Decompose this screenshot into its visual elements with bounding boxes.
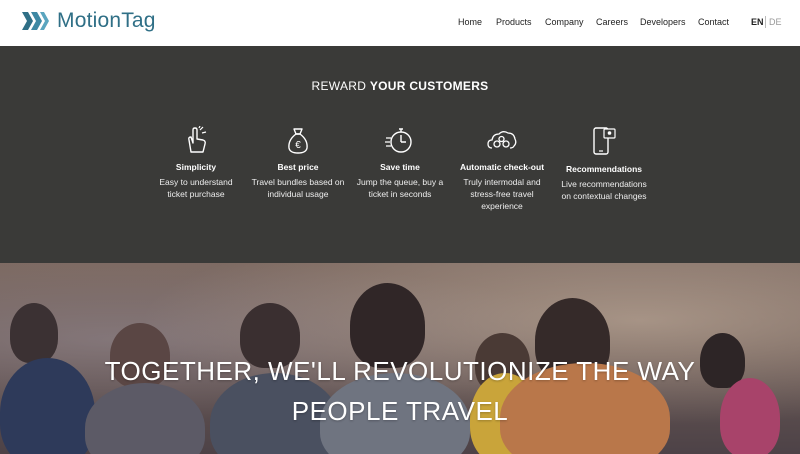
site-header: MotionTag Home Products Company Careers … [0, 0, 800, 46]
feature-desc-line: ticket in seconds [368, 189, 432, 199]
gears-cloud-icon [487, 131, 517, 149]
feature-simplicity: Simplicity Easy to understand ticket pur… [141, 126, 251, 200]
feature-desc-line: stress-free travel [470, 189, 534, 199]
feature-desc-line: experience [481, 201, 523, 211]
feature-desc-line: Live recommendations [561, 179, 647, 189]
feature-desc-line: individual usage [267, 189, 329, 199]
feature-desc-line: on contextual changes [561, 191, 647, 201]
nav-products[interactable]: Products [496, 17, 532, 27]
feature-name: Recommendations [565, 164, 643, 174]
feature-best-price: € Best price Travel bundles based on ind… [243, 126, 353, 200]
feature-name: Simplicity [175, 162, 217, 172]
feature-desc-line: ticket purchase [167, 189, 225, 199]
feature-desc-line: Truly intermodal and [463, 177, 541, 187]
rewards-section: REWARD YOUR CUSTOMERS Simplicity Easy to… [0, 46, 800, 263]
svg-text:€: € [295, 140, 301, 151]
hero-headline-line2: PEOPLE TRAVEL [291, 396, 509, 426]
mobile-notification-icon [593, 127, 616, 155]
hero-headline: TOGETHER, WE'LL REVOLUTIONIZE THE WAY PE… [0, 351, 800, 431]
feature-desc: Live recommendations on contextual chang… [549, 178, 659, 202]
feature-desc: Jump the queue, buy a ticket in seconds [345, 176, 455, 200]
feature-desc-line: Travel bundles based on [251, 177, 345, 187]
hero-banner: TOGETHER, WE'LL REVOLUTIONIZE THE WAY PE… [0, 263, 800, 454]
feature-desc: Travel bundles based on individual usage [243, 176, 353, 200]
main-nav: Home Products Company Careers Developers… [0, 17, 800, 31]
feature-name: Save time [380, 162, 420, 172]
feature-save-time: Save time Jump the queue, buy a ticket i… [345, 126, 455, 200]
feature-desc: Truly intermodal and stress-free travel … [447, 176, 557, 212]
rewards-title-bold: YOUR CUSTOMERS [369, 79, 489, 93]
lang-de[interactable]: DE [769, 17, 782, 27]
lang-divider [765, 16, 766, 28]
feature-desc: Easy to understand ticket purchase [141, 176, 251, 200]
feature-desc-line: Jump the queue, buy a [356, 177, 444, 187]
feature-desc-line: Easy to understand [159, 177, 233, 187]
rewards-title: REWARD YOUR CUSTOMERS [0, 79, 800, 93]
feature-name: Automatic check-out [459, 162, 545, 172]
nav-contact[interactable]: Contact [698, 17, 729, 27]
hero-headline-line1: TOGETHER, WE'LL REVOLUTIONIZE THE WAY [104, 356, 696, 386]
feature-name: Best price [277, 162, 319, 172]
feature-recommendations: Recommendations Live recommendations on … [549, 126, 659, 202]
rewards-title-light: REWARD [311, 79, 367, 93]
feature-automatic-checkout: Automatic check-out Truly intermodal and… [447, 126, 557, 212]
hand-pointer-icon [188, 126, 207, 153]
nav-home[interactable]: Home [458, 17, 482, 27]
nav-developers[interactable]: Developers [640, 17, 686, 27]
nav-company[interactable]: Company [545, 17, 584, 27]
money-bag-icon: € [288, 128, 308, 154]
lang-en[interactable]: EN [751, 17, 764, 27]
nav-careers[interactable]: Careers [596, 17, 628, 27]
stopwatch-icon [385, 128, 412, 153]
